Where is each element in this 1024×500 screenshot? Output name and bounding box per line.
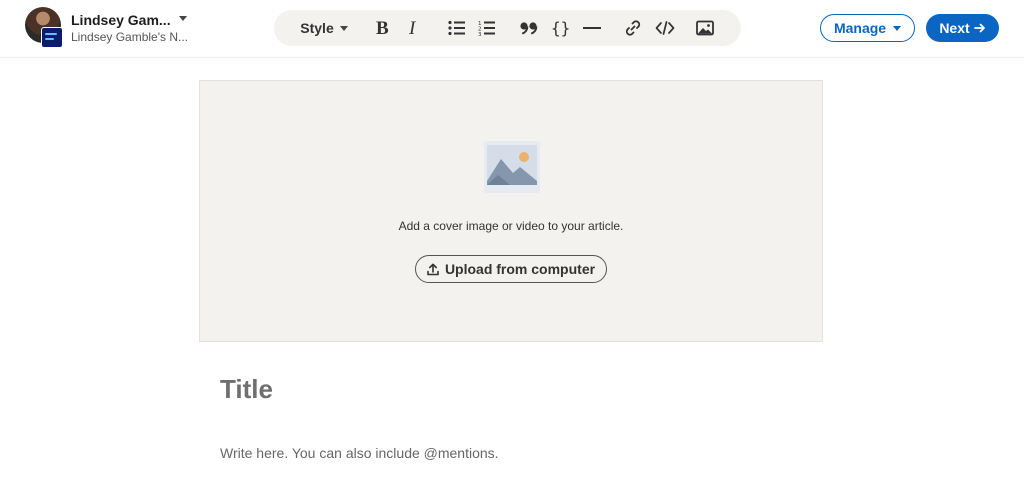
manage-label: Manage <box>833 20 887 36</box>
caret-down-icon <box>893 25 902 31</box>
next-label: Next <box>939 20 970 36</box>
chevron-down-icon <box>179 16 187 21</box>
author-name: Lindsey Gam... <box>71 12 171 28</box>
quote-icon <box>520 22 538 35</box>
svg-text:{}: {} <box>551 19 570 37</box>
cover-prompt: Add a cover image or video to your artic… <box>398 219 624 233</box>
embed-code-icon <box>655 21 675 35</box>
manage-button[interactable]: Manage <box>820 14 915 42</box>
italic-icon: I <box>408 19 417 37</box>
image-icon <box>696 20 714 36</box>
style-label: Style <box>300 20 334 36</box>
embed-code-button[interactable] <box>652 10 678 46</box>
next-button[interactable]: Next <box>926 14 999 42</box>
publication-name: Lindsey Gamble's N... <box>71 30 189 44</box>
divider-icon <box>583 27 601 29</box>
upload-label: Upload from computer <box>444 261 596 277</box>
numbered-list-icon: 1 2 3 <box>478 21 495 36</box>
link-button[interactable] <box>620 10 646 46</box>
italic-button[interactable]: I <box>402 10 426 46</box>
bulleted-list-icon <box>448 20 465 36</box>
numbered-list-button[interactable]: 1 2 3 <box>474 10 500 46</box>
link-icon <box>625 20 641 36</box>
svg-text:I: I <box>408 19 417 37</box>
svg-text:B: B <box>376 19 389 37</box>
editor-header: Lindsey Gam... Lindsey Gamble's N... Sty… <box>0 0 1024 58</box>
cover-image-placeholder-icon <box>484 141 540 193</box>
insert-image-button[interactable] <box>692 10 718 46</box>
code-block-button[interactable]: {} <box>548 10 574 46</box>
bulleted-list-button[interactable] <box>444 10 470 46</box>
formatting-toolbar: Style B I 1 2 3 {} <box>274 10 741 46</box>
bold-icon: B <box>376 19 389 37</box>
newsletter-logo-icon <box>41 27 63 48</box>
quote-button[interactable] <box>516 10 542 46</box>
code-block-icon: {} <box>551 19 570 37</box>
divider-button[interactable] <box>580 10 604 46</box>
cover-media-area[interactable]: Add a cover image or video to your artic… <box>199 80 823 342</box>
upload-icon <box>427 263 439 275</box>
arrow-right-icon <box>973 23 985 33</box>
bold-button[interactable]: B <box>370 10 396 46</box>
upload-from-computer-button[interactable]: Upload from computer <box>415 255 607 283</box>
article-title-input[interactable]: Title <box>220 374 780 408</box>
style-dropdown[interactable]: Style <box>296 10 352 46</box>
caret-down-icon <box>339 25 348 31</box>
article-body-input[interactable]: Write here. You can also include @mentio… <box>220 445 780 463</box>
svg-text:3: 3 <box>478 32 482 36</box>
author-switcher[interactable]: Lindsey Gam... Lindsey Gamble's N... <box>25 6 195 50</box>
